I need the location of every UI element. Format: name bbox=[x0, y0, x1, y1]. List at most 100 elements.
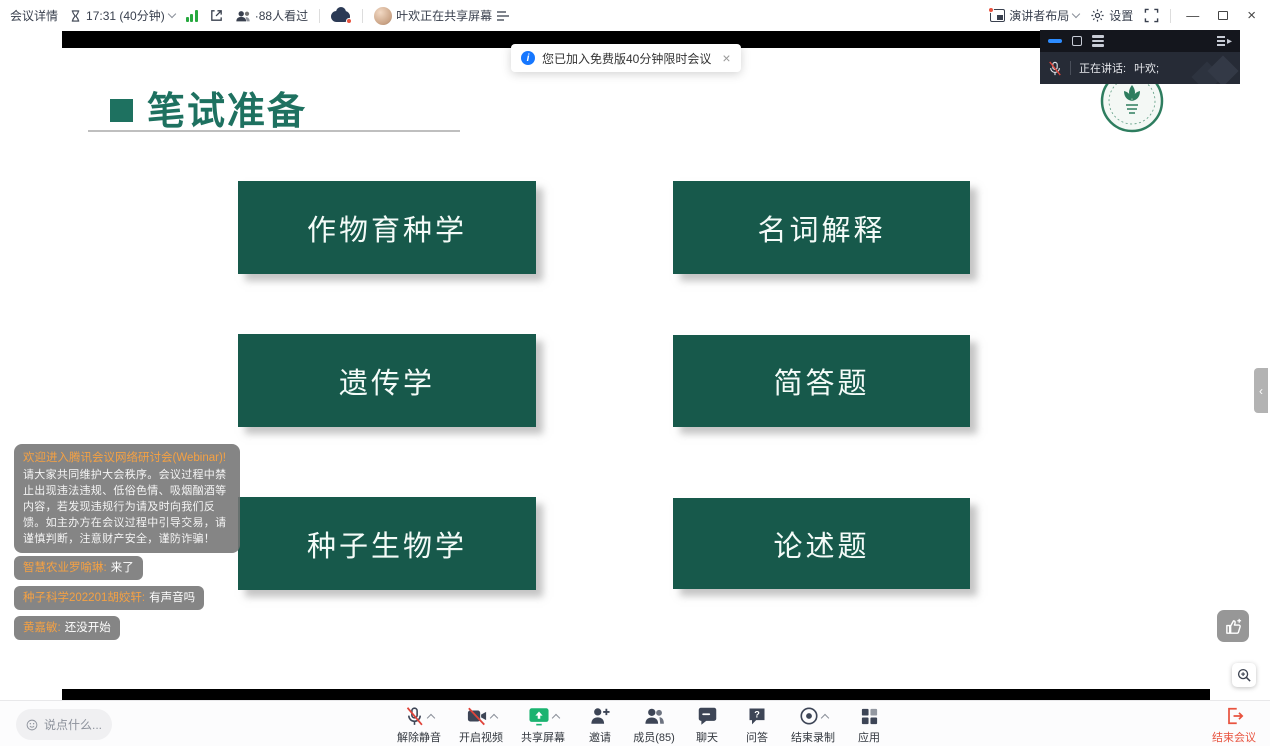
chevron-down-icon bbox=[1072, 10, 1080, 18]
speaker-status-bar: 正在讲话: 叶欢; bbox=[1040, 52, 1240, 84]
stacked-view-icon[interactable] bbox=[1092, 35, 1104, 47]
toast-close-icon[interactable]: × bbox=[722, 50, 730, 66]
chevron-down-icon bbox=[167, 10, 175, 18]
meeting-details-button[interactable]: 会议详情 bbox=[10, 7, 58, 24]
speaking-prefix-label: 正在讲话: bbox=[1079, 60, 1126, 76]
share-detail-icon[interactable] bbox=[496, 10, 510, 22]
chat-message-text: 来了 bbox=[111, 562, 134, 574]
expand-sidebar-handle[interactable]: ‹ bbox=[1254, 368, 1268, 413]
video-panel-header: ▸ bbox=[1040, 30, 1240, 52]
chevron-up-icon[interactable] bbox=[427, 714, 435, 722]
share-screen-icon bbox=[528, 706, 550, 726]
chat-sender-name: 黄嘉敏: bbox=[23, 622, 61, 634]
zoom-in-button[interactable] bbox=[1232, 663, 1256, 687]
minimize-panel-icon[interactable] bbox=[1048, 39, 1062, 43]
welcome-title: 欢迎进入腾讯会议网络研讨会(Webinar)! bbox=[23, 450, 231, 467]
exit-meeting-icon bbox=[1224, 706, 1244, 726]
divider bbox=[319, 9, 320, 23]
divider bbox=[1170, 9, 1171, 23]
notification-dot bbox=[988, 7, 994, 13]
layout-selector[interactable]: 演讲者布局 bbox=[990, 7, 1079, 24]
speaker-video-panel: ▸ 正在讲话: 叶欢; bbox=[1040, 30, 1240, 84]
members-icon bbox=[643, 706, 666, 726]
question-box-essay: 论述题 bbox=[673, 498, 970, 589]
hourglass-icon bbox=[69, 9, 82, 23]
subject-box-seed-biology: 种子生物学 bbox=[238, 497, 536, 590]
top-toolbar: 会议详情 17:31 (40分钟) ·88人看过 叶欢正在共享屏幕 bbox=[0, 0, 1270, 31]
invite-icon bbox=[589, 706, 611, 726]
free-version-toast: i 您已加入免费版40分钟限时会议 × bbox=[511, 44, 741, 72]
chat-icon bbox=[697, 706, 718, 726]
sharer-avatar bbox=[374, 7, 392, 25]
subject-box-genetics: 遗传学 bbox=[238, 334, 536, 427]
viewers-count-label: ·88人看过 bbox=[255, 7, 308, 24]
divider bbox=[362, 9, 363, 23]
thumbs-up-icon bbox=[1224, 617, 1243, 636]
fullscreen-icon[interactable] bbox=[1144, 8, 1159, 23]
sharing-status: 叶欢正在共享屏幕 bbox=[374, 7, 510, 25]
chat-message: 智慧农业罗喻琳: 来了 bbox=[14, 556, 143, 580]
chat-input-placeholder: 说点什么... bbox=[44, 716, 102, 733]
chat-message-list: 智慧农业罗喻琳: 来了 种子科学202201胡姣轩:有声音吗 黄嘉敏: 还没开始 bbox=[14, 556, 204, 640]
svg-text:?: ? bbox=[754, 710, 760, 720]
chat-message: 种子科学202201胡姣轩:有声音吗 bbox=[14, 586, 204, 610]
chevron-left-icon: ‹ bbox=[1259, 384, 1263, 398]
chevron-up-icon[interactable] bbox=[489, 714, 497, 722]
smiley-icon bbox=[26, 718, 38, 732]
members-button[interactable]: 成员(85) bbox=[626, 704, 682, 745]
layout-label: 演讲者布局 bbox=[1009, 7, 1069, 24]
magnifier-plus-icon bbox=[1237, 668, 1252, 683]
sharing-status-label: 叶欢正在共享屏幕 bbox=[396, 7, 492, 24]
bottom-toolbar: 说点什么... 解除静音 开启视频 bbox=[0, 700, 1270, 746]
end-meeting-button[interactable]: 结束会议 bbox=[1212, 704, 1256, 745]
chat-message-text: 有声音吗 bbox=[149, 592, 195, 604]
question-icon: ? bbox=[747, 706, 767, 726]
meeting-timer[interactable]: 17:31 (40分钟) bbox=[69, 7, 175, 24]
settings-label: 设置 bbox=[1109, 7, 1133, 24]
webinar-welcome-message: 欢迎进入腾讯会议网络研讨会(Webinar)! 请大家共同维护大会秩序。会议过程… bbox=[14, 444, 240, 553]
chat-quick-input[interactable]: 说点什么... bbox=[16, 709, 112, 740]
muted-mic-icon bbox=[1048, 61, 1062, 76]
chat-message-text: 还没开始 bbox=[65, 622, 111, 634]
layout-icon bbox=[990, 9, 1005, 22]
chat-message: 黄嘉敏: 还没开始 bbox=[14, 616, 120, 640]
toast-message: 您已加入免费版40分钟限时会议 bbox=[542, 50, 711, 67]
cloud-recording-icon[interactable] bbox=[331, 9, 351, 23]
divider bbox=[1070, 61, 1071, 75]
reaction-button[interactable] bbox=[1217, 610, 1249, 642]
viewers-icon bbox=[235, 9, 251, 23]
stop-recording-button[interactable]: 结束录制 bbox=[782, 704, 844, 745]
meeting-window: 会议详情 17:31 (40分钟) ·88人看过 叶欢正在共享屏幕 bbox=[0, 0, 1270, 746]
network-signal-icon[interactable] bbox=[186, 10, 198, 22]
question-box-short-answer: 简答题 bbox=[673, 335, 970, 427]
unmute-button[interactable]: 解除静音 bbox=[388, 704, 450, 745]
chevron-up-icon[interactable] bbox=[551, 714, 559, 722]
start-video-button[interactable]: 开启视频 bbox=[450, 704, 512, 745]
close-button[interactable]: × bbox=[1243, 7, 1260, 24]
chevron-up-icon[interactable] bbox=[820, 714, 828, 722]
apps-button[interactable]: 应用 bbox=[844, 704, 894, 745]
open-external-icon[interactable] bbox=[209, 8, 224, 23]
invite-button[interactable]: 邀请 bbox=[574, 704, 626, 745]
minimize-button[interactable]: — bbox=[1182, 8, 1203, 23]
slide-title: 笔试准备 bbox=[110, 80, 307, 135]
camera-off-icon bbox=[466, 706, 488, 726]
chat-sender-name: 智慧农业罗喻琳: bbox=[23, 562, 107, 574]
letterbox-bottom bbox=[62, 689, 1210, 700]
slide-title-text: 笔试准备 bbox=[147, 80, 307, 135]
settings-button[interactable]: 设置 bbox=[1090, 7, 1133, 24]
qa-button[interactable]: ? 问答 bbox=[732, 704, 782, 745]
collapse-panel-icon[interactable]: ▸ bbox=[1217, 36, 1232, 47]
viewers-counter[interactable]: ·88人看过 bbox=[235, 7, 308, 24]
gear-icon bbox=[1090, 8, 1105, 23]
maximize-button[interactable] bbox=[1218, 11, 1228, 20]
single-view-icon[interactable] bbox=[1072, 36, 1082, 46]
subject-box-crop-breeding: 作物育种学 bbox=[238, 181, 536, 274]
speaker-name-label: 叶欢; bbox=[1134, 60, 1159, 76]
info-icon: i bbox=[521, 51, 535, 65]
muted-mic-icon bbox=[404, 706, 425, 727]
share-screen-button[interactable]: 共享屏幕 bbox=[512, 704, 574, 745]
chat-button[interactable]: 聊天 bbox=[682, 704, 732, 745]
meeting-time-label: 17:31 (40分钟) bbox=[86, 7, 165, 24]
question-box-terms: 名词解释 bbox=[673, 181, 970, 274]
